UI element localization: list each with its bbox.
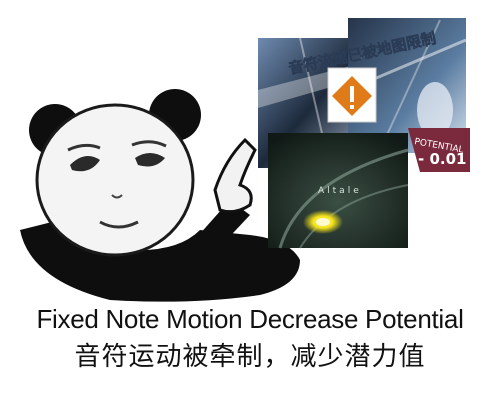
meme-canvas: POTENTIAL - 0.01 Altale 音符流速已被地图限制 Fixed… [0, 0, 500, 402]
song-title: Altale [318, 186, 362, 196]
warning-icon [327, 67, 377, 123]
potential-value: - 0.01 [418, 150, 466, 168]
caption-english: Fixed Note Motion Decrease Potential [36, 304, 464, 334]
screenshot-front: Altale [268, 133, 409, 249]
caption-chinese: 音符运动被牵制，减少潜力值 [74, 342, 426, 372]
potential-badge: POTENTIAL - 0.01 [408, 128, 470, 172]
